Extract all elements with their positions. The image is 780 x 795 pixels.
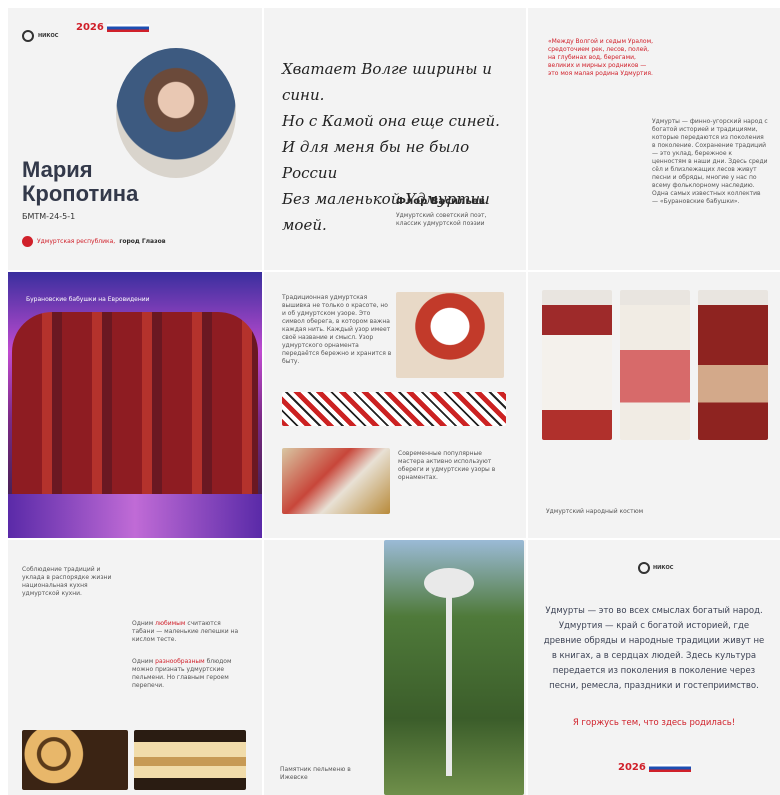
ornament-text-1: Традиционная удмуртская вышивка не тольк… bbox=[282, 294, 392, 365]
poem-line: Но с Камой она еще синей. bbox=[282, 112, 500, 130]
food-slide: Соблюдение традиций и уклада в распорядк… bbox=[8, 540, 262, 795]
closing-highlight: Я горжусь тем, что здесь родилась! bbox=[572, 718, 736, 728]
logo-text-icon: НИКОС bbox=[653, 565, 674, 571]
flag-icon bbox=[106, 23, 149, 32]
intro-description: Удмурты — финно-угорский народ с богатой… bbox=[652, 118, 768, 205]
food-paragraph-2: Одним разнообразным блюдом можно признат… bbox=[132, 658, 242, 690]
food-p1-prefix: Одним bbox=[132, 620, 156, 627]
portrait-photo bbox=[116, 48, 236, 178]
year-logo: 2026 bbox=[76, 22, 149, 33]
costume-image bbox=[698, 290, 768, 440]
monument-caption: Памятник пельменю в Ижевске bbox=[280, 766, 351, 781]
intro-quote: «Между Волгой и седым Уралом, средоточие… bbox=[548, 38, 653, 77]
year-label: 2026 bbox=[618, 762, 646, 773]
poem-author: Флор Васильев bbox=[396, 196, 485, 207]
monument-image bbox=[384, 540, 524, 795]
location-pin-icon bbox=[22, 236, 33, 247]
group-code: БМТМ-24-5-1 bbox=[22, 212, 76, 221]
ornament-slide: Традиционная удмуртская вышивка не тольк… bbox=[264, 272, 526, 538]
year-label: 2026 bbox=[76, 22, 104, 33]
ornament-text-2: Современные популярные мастера активно и… bbox=[398, 450, 496, 481]
dumpling-sculpture bbox=[424, 568, 474, 598]
location: Удмуртская республика, город Глазов bbox=[22, 236, 166, 247]
flag-icon bbox=[648, 763, 691, 772]
poem-line: И для меня бы не было России bbox=[282, 138, 470, 182]
buranovo-caption: Бурановские бабушки на Евровидении bbox=[26, 296, 150, 303]
food-intro: Соблюдение традиций и уклада в распорядк… bbox=[22, 566, 112, 597]
poem-author-desc: Удмуртский советский поэт, классик удмур… bbox=[396, 212, 487, 227]
last-name: Кропотина bbox=[22, 181, 139, 206]
perepechi-image bbox=[22, 730, 128, 790]
intro-slide: «Между Волгой и седым Уралом, средоточие… bbox=[528, 8, 780, 270]
poem-slide: Хватает Волге ширины и сини. Но с Камой … bbox=[264, 8, 526, 270]
logo-icon bbox=[22, 30, 34, 42]
buranovo-slide: Бурановские бабушки на Евровидении bbox=[8, 272, 262, 538]
crafts-image bbox=[282, 448, 390, 514]
ornament-pattern-image bbox=[282, 392, 506, 426]
university-logo: НИКОС bbox=[638, 562, 673, 574]
food-paragraph-1: Одним любимым считаются табани — маленьк… bbox=[132, 620, 242, 644]
food-p2-prefix: Одним bbox=[132, 658, 156, 665]
costume-slide: Удмуртский народный костюм bbox=[528, 272, 780, 538]
first-name: Мария bbox=[22, 157, 93, 182]
necklace-image bbox=[396, 292, 504, 378]
tabani-image bbox=[134, 730, 246, 790]
university-logo: НИКОС bbox=[22, 30, 58, 42]
poem: Хватает Волге ширины и сини. Но с Камой … bbox=[282, 56, 526, 238]
costume-image bbox=[620, 290, 690, 440]
logo-text-icon: НИКОС bbox=[38, 33, 59, 39]
closing-slide: НИКОС Удмурты — это во всех смыслах бога… bbox=[528, 540, 780, 795]
city-text: город Глазов bbox=[119, 238, 166, 245]
food-p1-highlight: любимым bbox=[155, 620, 186, 627]
poem-line: Хватает Волге ширины и сини. bbox=[282, 60, 492, 104]
closing-text: Удмурты — это во всех смыслах богатый на… bbox=[543, 606, 765, 691]
costume-caption: Удмуртский народный костюм bbox=[546, 508, 644, 515]
food-p2-highlight: разнообразным bbox=[155, 658, 205, 665]
region-text: Удмуртская республика, bbox=[37, 238, 116, 245]
logo-icon bbox=[638, 562, 650, 574]
costume-image bbox=[542, 290, 612, 440]
collage-grid: НИКОС 2026 Мария Кропотина БМТМ-24-5-1 У… bbox=[0, 0, 780, 795]
profile-slide: НИКОС 2026 Мария Кропотина БМТМ-24-5-1 У… bbox=[8, 8, 262, 270]
monument-slide: Памятник пельменю в Ижевске bbox=[264, 540, 526, 795]
year-logo: 2026 bbox=[618, 762, 691, 773]
singers-image bbox=[12, 312, 258, 497]
stage-floor bbox=[8, 494, 262, 538]
fork-handle bbox=[446, 596, 452, 776]
